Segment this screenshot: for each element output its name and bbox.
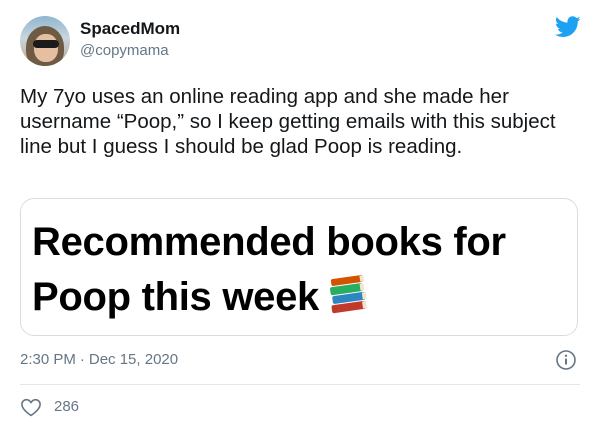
tweet-card: SpacedMom @copymama My 7yo uses an onlin… (0, 0, 600, 431)
avatar[interactable] (20, 16, 70, 66)
subject-line-2-text: Poop this week (32, 275, 319, 319)
timestamp-separator: · (79, 351, 85, 368)
user-display-name[interactable]: SpacedMom (80, 19, 180, 39)
user-handle[interactable]: @copymama (80, 42, 169, 59)
tweet-media[interactable]: Recommended books for Poop this week (20, 198, 578, 336)
email-subject-image: Recommended books for Poop this week (32, 215, 572, 325)
like-count: 286 (54, 398, 80, 415)
twitter-bird-icon[interactable] (555, 16, 581, 38)
divider (20, 384, 580, 385)
tweet-timestamp[interactable]: 2:30 PM · Dec 15, 2020 (20, 351, 178, 368)
subject-line-2: Poop this week (32, 270, 572, 325)
books-icon (330, 275, 367, 314)
subject-line-1: Recommended books for (32, 220, 506, 264)
avatar-face (34, 34, 58, 62)
avatar-sunglasses (33, 40, 59, 48)
tweet-text: My 7yo uses an online reading app and sh… (20, 85, 556, 158)
heart-icon[interactable] (20, 396, 42, 418)
tweet-date: Dec 15, 2020 (88, 351, 179, 368)
tweet-time: 2:30 PM (20, 351, 76, 368)
info-icon[interactable] (555, 349, 577, 371)
